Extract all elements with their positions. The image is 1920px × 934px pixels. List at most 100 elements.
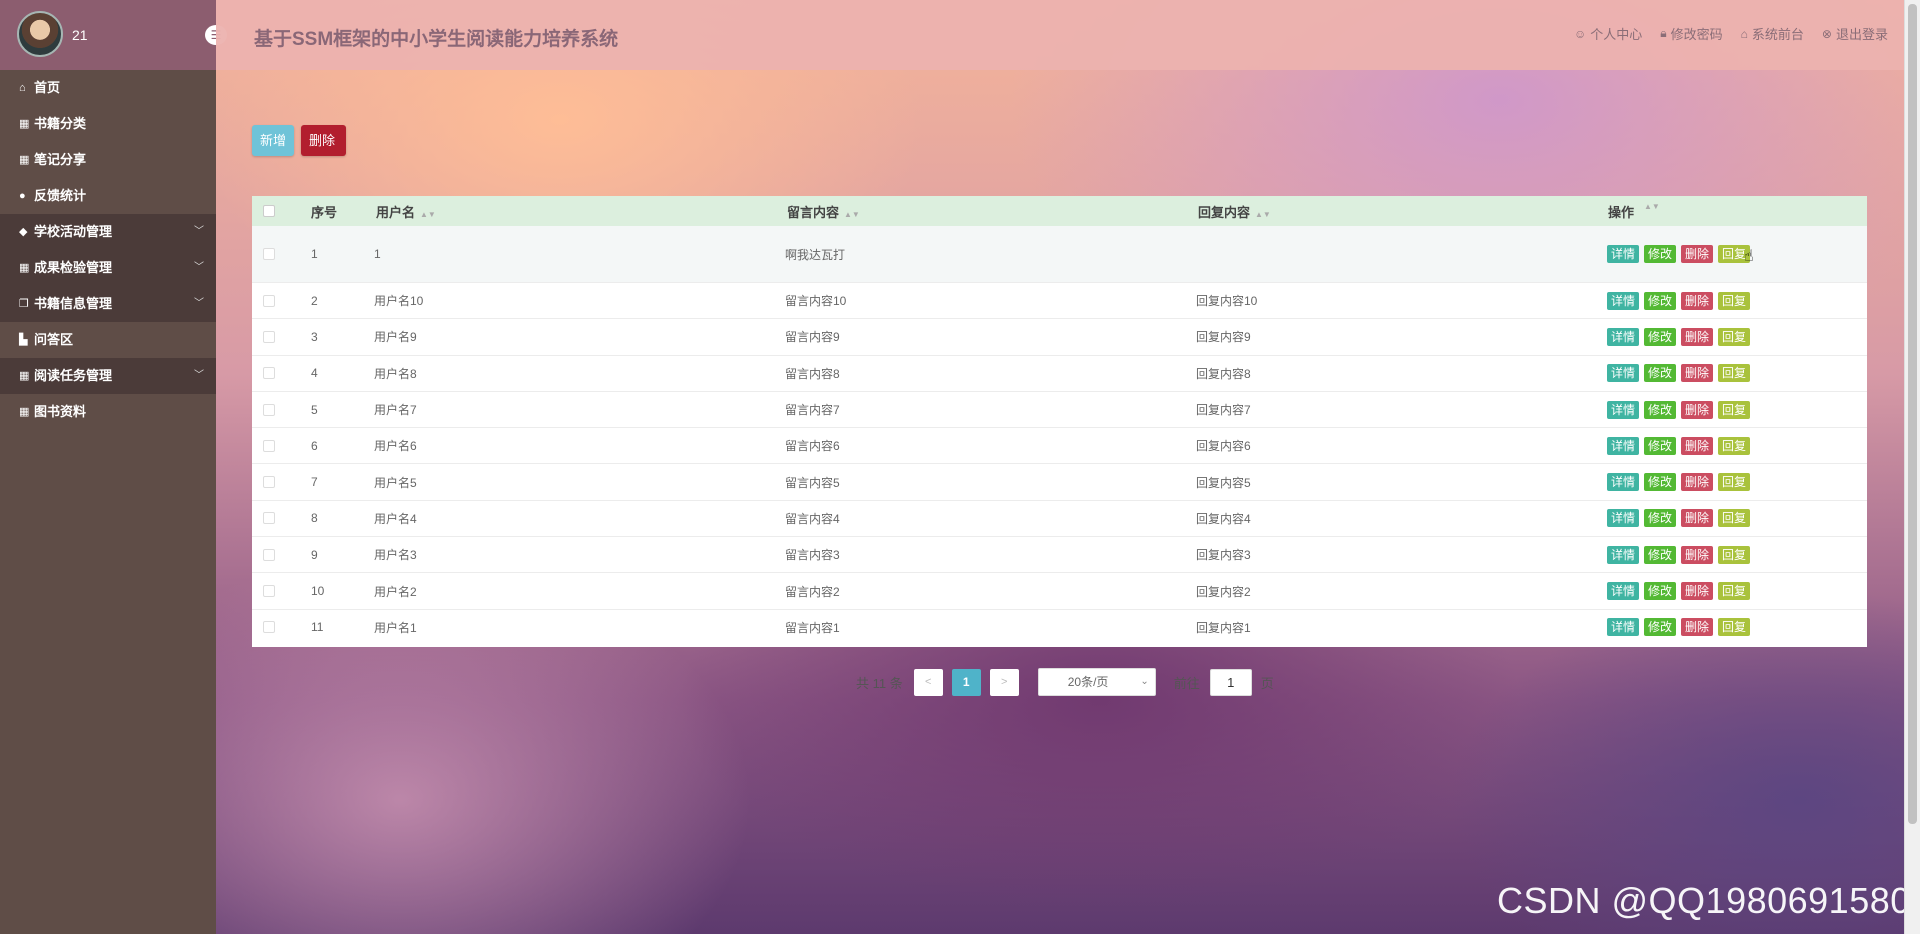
table-row[interactable]: 4 用户名8 留言内容8 回复内容8 详情 修改 删除 回复 — [252, 354, 1867, 391]
detail-button[interactable]: 详情 — [1607, 364, 1640, 383]
table-row[interactable]: 5 用户名7 留言内容7 回复内容7 详情 修改 删除 回复 — [252, 390, 1867, 427]
table-row[interactable]: 8 用户名4 留言内容4 回复内容4 详情 修改 删除 回复 — [252, 499, 1867, 536]
sidebar-item[interactable]: ● 反馈统计 — [0, 178, 216, 214]
table-row[interactable]: 11 用户名1 留言内容1 回复内容1 详情 修改 删除 回复 — [252, 608, 1867, 645]
header-link[interactable]: ☺ 个人中心 — [1574, 24, 1642, 43]
add-button[interactable]: 新增 — [252, 125, 294, 156]
row-checkbox[interactable] — [263, 585, 275, 598]
next-page-button[interactable]: > — [989, 668, 1019, 696]
sidebar-item[interactable]: ❐ 书籍信息管理 ﹀ — [0, 286, 216, 322]
sidebar-item[interactable]: ▦ 阅读任务管理 ﹀ — [0, 358, 216, 394]
sidebar-item[interactable]: ▦ 成果检验管理 ﹀ — [0, 250, 216, 286]
sidebar-item[interactable]: ▦ 笔记分享 — [0, 142, 216, 178]
row-checkbox[interactable] — [263, 248, 275, 260]
table-row[interactable]: 7 用户名5 留言内容5 回复内容5 详情 修改 删除 回复 — [252, 463, 1867, 499]
delete-button[interactable]: 删除 — [1681, 436, 1714, 455]
edit-button[interactable]: 修改 — [1644, 364, 1677, 383]
header-ops[interactable]: 操作 ▲▼ — [1608, 202, 1660, 221]
reply-button[interactable]: 回复 — [1718, 400, 1751, 419]
delete-button[interactable]: 删除 — [1681, 618, 1714, 637]
delete-button[interactable]: 删除 — [1681, 473, 1714, 492]
scrollbar-thumb[interactable] — [1908, 4, 1917, 824]
delete-button[interactable]: 删除 — [1681, 509, 1714, 528]
page-size-select[interactable]: 20条/页 ⌄ — [1037, 668, 1156, 696]
edit-button[interactable]: 修改 — [1644, 509, 1677, 528]
table-row[interactable]: 9 用户名3 留言内容3 回复内容3 详情 修改 删除 回复 — [252, 536, 1867, 572]
detail-button[interactable]: 详情 — [1607, 327, 1640, 346]
row-checkbox[interactable] — [263, 439, 275, 452]
delete-button[interactable]: 删除 — [1681, 245, 1714, 263]
row-checkbox[interactable] — [263, 294, 275, 307]
edit-button[interactable]: 修改 — [1644, 436, 1677, 455]
delete-button[interactable]: 删除 — [1681, 582, 1714, 601]
sidebar-item-label: 书籍信息管理 — [34, 296, 113, 311]
edit-button[interactable]: 修改 — [1644, 618, 1677, 637]
delete-button[interactable]: 删除 — [1681, 327, 1714, 346]
avatar[interactable] — [17, 11, 63, 57]
detail-button[interactable]: 详情 — [1607, 509, 1640, 528]
row-index: 7 — [311, 475, 318, 490]
delete-button[interactable]: 删除 — [1681, 364, 1714, 383]
row-checkbox[interactable] — [263, 512, 275, 525]
home-icon: ⌂ — [1740, 26, 1748, 41]
reply-button[interactable]: 回复 — [1718, 327, 1751, 346]
edit-button[interactable]: 修改 — [1644, 245, 1677, 263]
row-actions: 详情 修改 删除 回复 — [1607, 327, 1751, 346]
row-checkbox[interactable] — [263, 367, 275, 380]
detail-button[interactable]: 详情 — [1607, 291, 1640, 310]
batch-delete-button[interactable]: 删除 — [301, 125, 346, 156]
delete-button[interactable]: 删除 — [1681, 291, 1714, 310]
detail-button[interactable]: 详情 — [1607, 545, 1640, 564]
reply-button[interactable]: 回复 — [1718, 582, 1751, 601]
header-link[interactable]: ⌂ 系统前台 — [1741, 24, 1804, 43]
table-row[interactable]: 1 1 啊我达瓦打 详情 修改 删除 回复 — [252, 226, 1867, 282]
delete-button[interactable]: 删除 — [1681, 545, 1714, 564]
sidebar-item[interactable]: ▦ 书籍分类 — [0, 106, 216, 142]
detail-button[interactable]: 详情 — [1607, 473, 1640, 492]
row-checkbox[interactable] — [263, 403, 275, 416]
reply-button[interactable]: 回复 — [1718, 364, 1751, 383]
sidebar-item[interactable]: ▙ 问答区 — [0, 322, 216, 358]
table-row[interactable]: 6 用户名6 留言内容6 回复内容6 详情 修改 删除 回复 — [252, 427, 1867, 463]
row-checkbox[interactable] — [263, 330, 275, 343]
goto-page-input[interactable]: 1 — [1209, 668, 1252, 696]
reply-button[interactable]: 回复 — [1718, 436, 1751, 455]
header-reply[interactable]: 回复内容 ▲▼ — [1198, 202, 1271, 221]
reply-button[interactable]: 回复 — [1718, 545, 1751, 564]
row-checkbox[interactable] — [263, 621, 275, 634]
select-all-checkbox[interactable] — [263, 205, 275, 217]
sidebar-item[interactable]: ◆ 学校活动管理 ﹀ — [0, 214, 216, 250]
edit-button[interactable]: 修改 — [1644, 327, 1677, 346]
delete-button[interactable]: 删除 — [1681, 400, 1714, 419]
edit-button[interactable]: 修改 — [1644, 582, 1677, 601]
row-checkbox[interactable] — [263, 548, 275, 561]
edit-button[interactable]: 修改 — [1644, 473, 1677, 492]
page-scrollbar[interactable] — [1904, 0, 1920, 934]
table-row[interactable]: 10 用户名2 留言内容2 回复内容2 详情 修改 删除 回复 — [252, 572, 1867, 608]
detail-button[interactable]: 详情 — [1607, 400, 1640, 419]
header-user[interactable]: 用户名 ▲▼ — [376, 202, 436, 221]
header-message[interactable]: 留言内容 ▲▼ — [787, 202, 860, 221]
reply-button[interactable]: 回复 — [1718, 291, 1751, 310]
sidebar-item[interactable]: ⌂ 首页 — [0, 70, 216, 106]
detail-button[interactable]: 详情 — [1607, 618, 1640, 637]
header-link[interactable]: 🔒︎ 修改密码 — [1660, 24, 1722, 43]
detail-button[interactable]: 详情 — [1607, 436, 1640, 455]
edit-button[interactable]: 修改 — [1644, 400, 1677, 419]
reply-button[interactable]: 回复 — [1718, 618, 1751, 637]
row-checkbox[interactable] — [263, 476, 275, 489]
page-number-button[interactable]: 1 — [951, 668, 981, 696]
sidebar-item[interactable]: ▦ 图书资料 — [0, 394, 216, 430]
reply-button[interactable]: 回复 — [1718, 473, 1751, 492]
edit-button[interactable]: 修改 — [1644, 545, 1677, 564]
row-index: 1 — [311, 247, 318, 261]
reply-button[interactable]: 回复 — [1718, 509, 1751, 528]
table-row[interactable]: 3 用户名9 留言内容9 回复内容9 详情 修改 删除 回复 — [252, 318, 1867, 354]
detail-button[interactable]: 详情 — [1607, 582, 1640, 601]
header-link[interactable]: ⊗ 退出登录 — [1822, 24, 1888, 43]
sidebar-item-label: 笔记分享 — [34, 152, 87, 167]
edit-button[interactable]: 修改 — [1644, 291, 1677, 310]
prev-page-button[interactable]: < — [913, 668, 943, 696]
detail-button[interactable]: 详情 — [1607, 245, 1640, 263]
table-row[interactable]: 2 用户名10 留言内容10 回复内容10 详情 修改 删除 回复 — [252, 282, 1867, 318]
